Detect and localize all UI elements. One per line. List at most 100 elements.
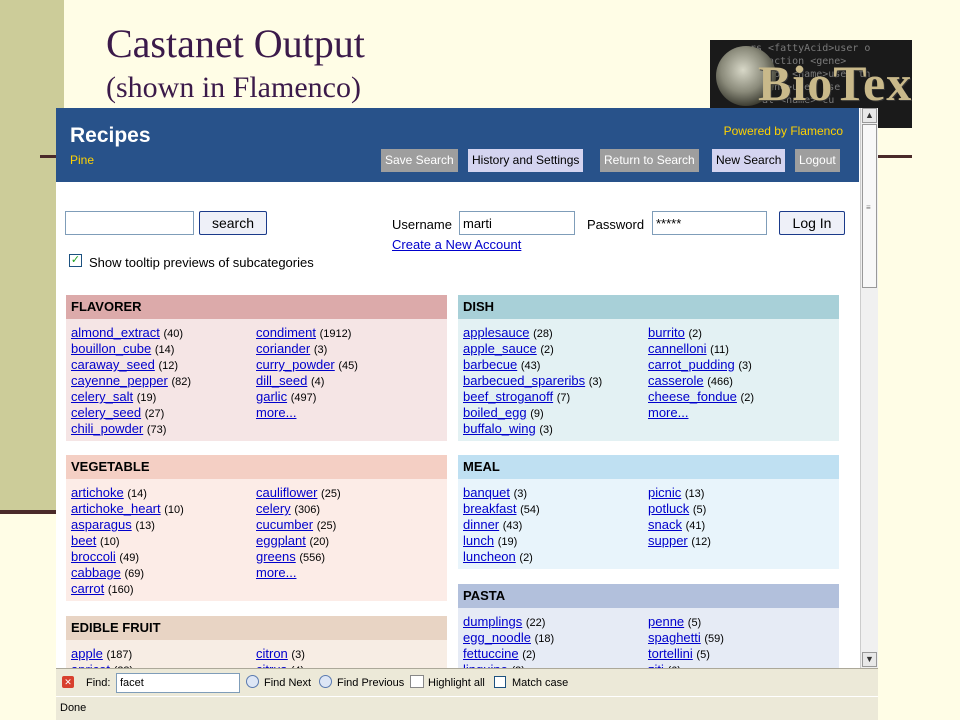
facet-item: applesauce (28) bbox=[463, 325, 553, 340]
facet-item-link[interactable]: beef_stroganoff bbox=[463, 389, 553, 404]
facet-item-link[interactable]: egg_noodle bbox=[463, 630, 531, 645]
scroll-thumb[interactable]: ≡ bbox=[862, 124, 877, 288]
facet-item-link[interactable]: condiment bbox=[256, 325, 316, 340]
more-link[interactable]: more... bbox=[256, 565, 296, 580]
facet-item-link[interactable]: burrito bbox=[648, 325, 685, 340]
find-next-icon[interactable] bbox=[246, 675, 259, 688]
username-field[interactable] bbox=[459, 211, 575, 235]
search-button[interactable]: search bbox=[199, 211, 267, 235]
search-input[interactable] bbox=[65, 211, 194, 235]
facet-item-link[interactable]: carrot bbox=[71, 581, 104, 596]
more-link[interactable]: more... bbox=[256, 405, 296, 420]
new-search-button[interactable]: New Search bbox=[712, 149, 786, 172]
facet-item-link[interactable]: tortellini bbox=[648, 646, 693, 661]
password-field[interactable] bbox=[652, 211, 767, 235]
facet-item-link[interactable]: curry_powder bbox=[256, 357, 335, 372]
facet-item-link[interactable]: bouillon_cube bbox=[71, 341, 151, 356]
facet-item-link[interactable]: celery bbox=[256, 501, 291, 516]
facet-item-link[interactable]: fettuccine bbox=[463, 646, 519, 661]
facet-item-link[interactable]: apple_sauce bbox=[463, 341, 537, 356]
highlight-all-button[interactable]: Highlight all bbox=[428, 677, 485, 689]
facet-item-link[interactable]: spaghetti bbox=[648, 630, 701, 645]
facet-item-link[interactable]: dinner bbox=[463, 517, 499, 532]
facet-item-link[interactable]: cabbage bbox=[71, 565, 121, 580]
facet-item-link[interactable]: banquet bbox=[463, 485, 510, 500]
facet-item-link[interactable]: celery_seed bbox=[71, 405, 141, 420]
facet-item-link[interactable]: chili_powder bbox=[71, 421, 143, 436]
facet-item-link[interactable]: garlic bbox=[256, 389, 287, 404]
save-search-button[interactable]: Save Search bbox=[381, 149, 458, 172]
facet-item: more... bbox=[648, 405, 688, 420]
facet-item-link[interactable]: almond_extract bbox=[71, 325, 160, 340]
return-to-search-button[interactable]: Return to Search bbox=[600, 149, 699, 172]
find-next-button[interactable]: Find Next bbox=[264, 677, 311, 689]
facet-item-link[interactable]: eggplant bbox=[256, 533, 306, 548]
history-settings-button[interactable]: History and Settings bbox=[468, 149, 584, 172]
facet-item-link[interactable]: penne bbox=[648, 614, 684, 629]
facet-item-link[interactable]: supper bbox=[648, 533, 688, 548]
facet-item-link[interactable]: barbecued_spareribs bbox=[463, 373, 585, 388]
facet-item: cauliflower (25) bbox=[256, 485, 341, 500]
logout-button[interactable]: Logout bbox=[795, 149, 840, 172]
find-input[interactable] bbox=[116, 673, 240, 693]
slide-title: Castanet Output bbox=[106, 21, 365, 66]
facet-item-link[interactable]: caraway_seed bbox=[71, 357, 155, 372]
highlight-icon[interactable] bbox=[410, 675, 424, 688]
facet-item-link[interactable]: cucumber bbox=[256, 517, 313, 532]
match-case-checkbox[interactable] bbox=[494, 676, 506, 688]
facet-item-link[interactable]: luncheon bbox=[463, 549, 516, 564]
create-account-link[interactable]: Create a New Account bbox=[392, 237, 521, 252]
facet-item: celery_seed (27) bbox=[71, 405, 164, 420]
facet-item-link[interactable]: cauliflower bbox=[256, 485, 317, 500]
facet-item-link[interactable]: dill_seed bbox=[256, 373, 307, 388]
login-button[interactable]: Log In bbox=[779, 211, 845, 235]
facet-item-link[interactable]: artichoke bbox=[71, 485, 124, 500]
close-find-bar-icon[interactable]: ✕ bbox=[62, 676, 74, 688]
powered-by-link[interactable]: Powered by Flamenco bbox=[724, 124, 843, 138]
facet-item-link[interactable]: apple bbox=[71, 646, 103, 661]
more-link[interactable]: more... bbox=[648, 405, 688, 420]
facet-item: beet (10) bbox=[71, 533, 120, 548]
facet-item-link[interactable]: picnic bbox=[648, 485, 681, 500]
find-previous-button[interactable]: Find Previous bbox=[337, 677, 404, 689]
facet-item-link[interactable]: barbecue bbox=[463, 357, 517, 372]
facet-item-link[interactable]: breakfast bbox=[463, 501, 516, 516]
facet-flavorer: FLAVORER almond_extract (40) bouillon_cub… bbox=[66, 295, 447, 441]
facet-item-count: (556) bbox=[299, 552, 326, 564]
facet-item-link[interactable]: buffalo_wing bbox=[463, 421, 536, 436]
facet-item-link[interactable]: carrot_pudding bbox=[648, 357, 735, 372]
facet-item: more... bbox=[256, 565, 296, 580]
facet-header: PASTA bbox=[458, 584, 839, 608]
facet-item-link[interactable]: casserole bbox=[648, 373, 704, 388]
facet-item: carrot (160) bbox=[71, 581, 134, 596]
facet-item-count: (25) bbox=[321, 488, 341, 500]
facet-item-link[interactable]: broccoli bbox=[71, 549, 116, 564]
facet-item: beef_stroganoff (7) bbox=[463, 389, 570, 404]
facet-item-link[interactable]: lunch bbox=[463, 533, 494, 548]
facet-item-link[interactable]: artichoke_heart bbox=[71, 501, 161, 516]
scroll-down-arrow-icon[interactable]: ▼ bbox=[862, 652, 877, 667]
facet-item-link[interactable]: potluck bbox=[648, 501, 689, 516]
facet-item-link[interactable]: asparagus bbox=[71, 517, 132, 532]
facet-item-link[interactable]: dumplings bbox=[463, 614, 522, 629]
vertical-scrollbar[interactable]: ▲ ≡ ▼ bbox=[860, 108, 878, 668]
facet-item-link[interactable]: boiled_egg bbox=[463, 405, 527, 420]
facet-header: FLAVORER bbox=[66, 295, 447, 319]
scroll-up-arrow-icon[interactable]: ▲ bbox=[862, 108, 877, 123]
facet-pasta: PASTA dumplings (22) egg_noodle (18) fettu… bbox=[458, 584, 839, 677]
find-previous-icon[interactable] bbox=[319, 675, 332, 688]
facet-item-link[interactable]: citron bbox=[256, 646, 288, 661]
facet-item-link[interactable]: beet bbox=[71, 533, 96, 548]
tooltip-preview-checkbox[interactable]: ✓ bbox=[69, 254, 82, 267]
facet-item-link[interactable]: coriander bbox=[256, 341, 310, 356]
facet-item: cucumber (25) bbox=[256, 517, 336, 532]
facet-item-link[interactable]: cayenne_pepper bbox=[71, 373, 168, 388]
facet-item-link[interactable]: cheese_fondue bbox=[648, 389, 737, 404]
facet-item-link[interactable]: applesauce bbox=[463, 325, 530, 340]
facet-item: dill_seed (4) bbox=[256, 373, 324, 388]
facet-item-link[interactable]: cannelloni bbox=[648, 341, 707, 356]
facet-item-link[interactable]: snack bbox=[648, 517, 682, 532]
facet-item-link[interactable]: celery_salt bbox=[71, 389, 133, 404]
logo-wordmark: BioText bbox=[758, 55, 912, 111]
facet-item-link[interactable]: greens bbox=[256, 549, 296, 564]
